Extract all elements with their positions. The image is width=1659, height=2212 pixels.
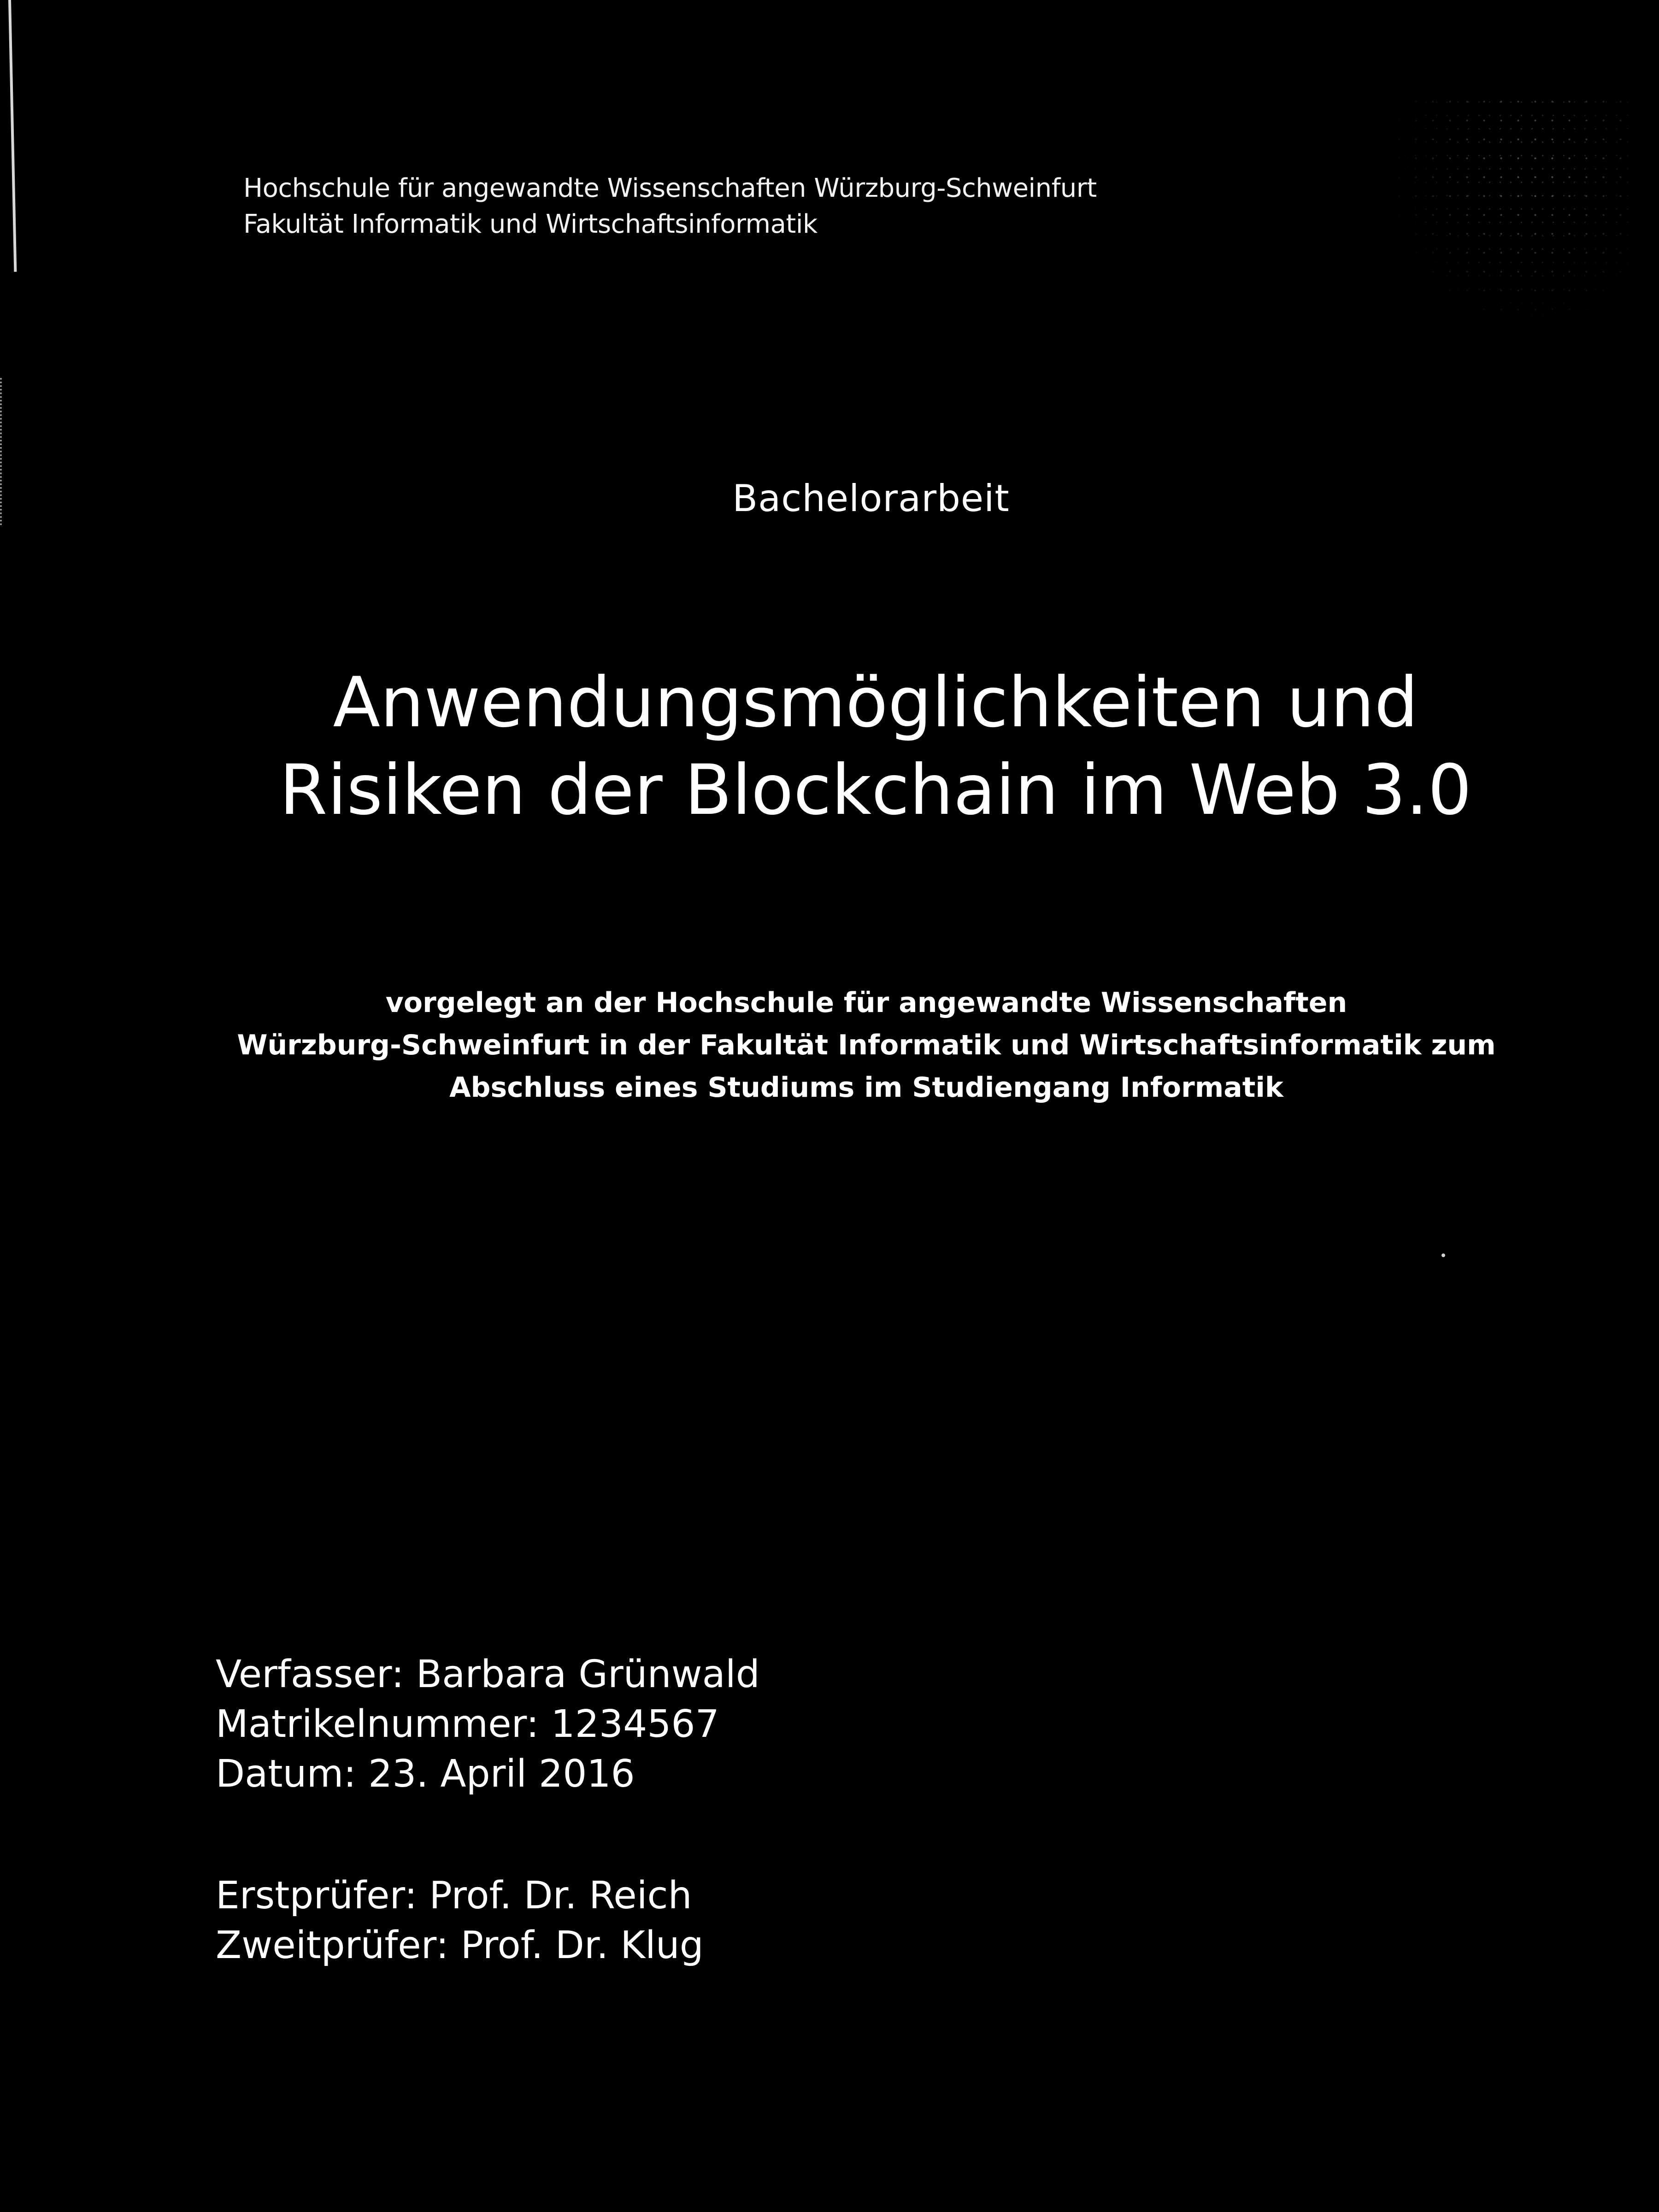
- submission-line-3: Abschluss eines Studiums im Studiengang …: [449, 1071, 1283, 1104]
- author-line: Verfasser: Barbara Grünwald: [216, 1653, 760, 1696]
- university-name: Hochschule für angewandte Wissenschaften…: [243, 173, 1097, 203]
- institution-header: Hochschule für angewandte Wissenschaften…: [243, 171, 1097, 242]
- matriculation-line: Matrikelnummer: 1234567: [216, 1702, 719, 1746]
- second-examiner-line: Zweitprüfer: Prof. Dr. Klug: [216, 1924, 704, 1967]
- thesis-title-line-1: Anwendungsmöglichkeiten und: [333, 663, 1418, 743]
- thesis-title-line-2: Risiken der Blockchain im Web 3.0: [279, 750, 1472, 830]
- scan-edge-line: [8, 0, 17, 272]
- submission-line-1: vorgelegt an der Hochschule für angewand…: [385, 987, 1347, 1019]
- examiner-details: Erstprüfer: Prof. Dr. Reich Zweitprüfer:…: [216, 1871, 704, 1971]
- submission-statement: vorgelegt an der Hochschule für angewand…: [0, 982, 1659, 1109]
- date-line: Datum: 23. April 2016: [216, 1752, 635, 1796]
- faculty-name: Fakultät Informatik und Wirtschaftsinfor…: [243, 209, 818, 239]
- thesis-title: Anwendungsmöglichkeiten und Risiken der …: [0, 659, 1659, 834]
- document-type: Bachelorarbeit: [732, 477, 1010, 520]
- title-page: Hochschule für angewandte Wissenschaften…: [0, 0, 1659, 2212]
- scan-noise: [1373, 92, 1631, 350]
- submission-line-2: Würzburg-Schweinfurt in der Fakultät Inf…: [237, 1029, 1496, 1061]
- scan-dot: [1441, 1253, 1445, 1257]
- first-examiner-line: Erstprüfer: Prof. Dr. Reich: [216, 1874, 692, 1918]
- author-details: Verfasser: Barbara Grünwald Matrikelnumm…: [216, 1650, 760, 1799]
